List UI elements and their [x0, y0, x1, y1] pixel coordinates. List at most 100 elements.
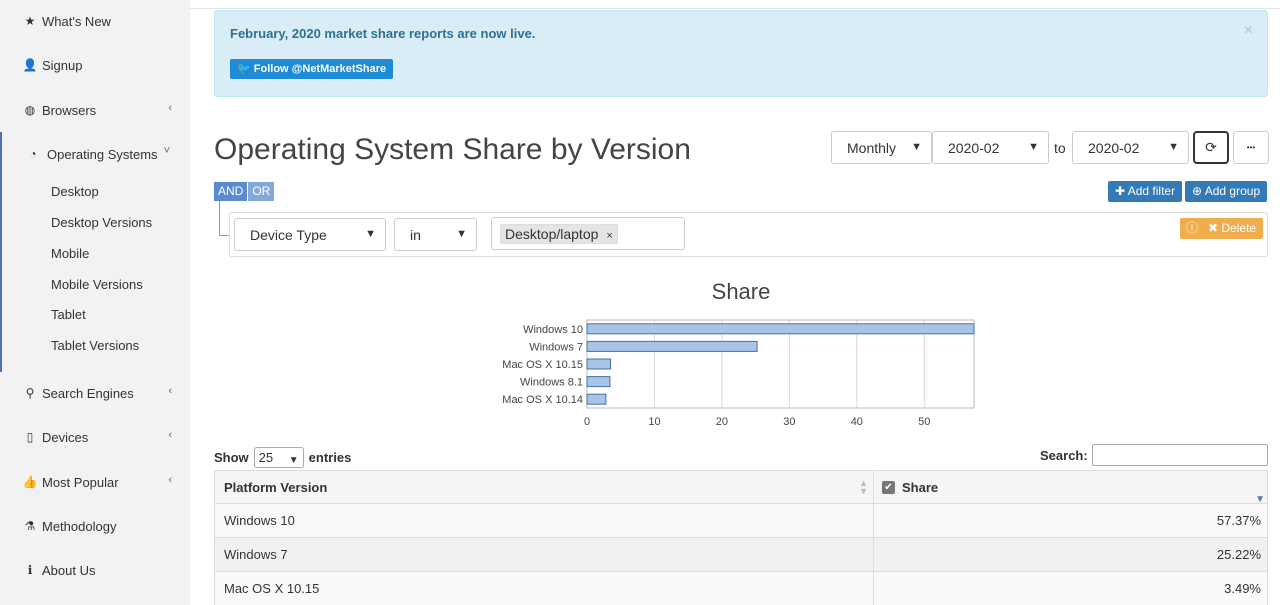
search-label: Search:	[1040, 448, 1088, 463]
refresh-icon: ⟳	[1205, 139, 1217, 155]
show-label: Show	[214, 450, 249, 465]
filter-operator-value: in	[410, 226, 421, 243]
info-icon: ℹ	[27, 563, 33, 577]
bar	[586, 376, 611, 388]
sidebar-subitem-mobile[interactable]: Mobile	[51, 244, 89, 264]
filter-value-tag: Desktop/laptop ×	[500, 224, 618, 244]
table-row[interactable]: Mac OS X 10.15 3.49%	[214, 572, 1268, 605]
cell-platform-version: Mac OS X 10.15	[215, 572, 874, 605]
chevron-left-icon: ‹	[168, 429, 172, 441]
add-group-button[interactable]: ⊕ Add group	[1185, 181, 1268, 202]
y-category-label: Mac OS X 10.15	[502, 359, 583, 371]
table-header-row: Platform Version ▲ ▼ ✔ Share ▼	[214, 470, 1269, 505]
pie-chart-icon: ◔	[29, 147, 37, 161]
filter-operator-select[interactable]: in ▼	[394, 218, 477, 251]
sidebar-subitem-mobile-versions[interactable]: Mobile Versions	[51, 275, 143, 295]
sidebar-item-browsers[interactable]: ◍ Browsers ‹	[0, 95, 190, 125]
y-category-label: Windows 10	[523, 324, 583, 336]
cell-share: 3.49%	[1224, 581, 1261, 596]
add-group-label: Add group	[1204, 184, 1261, 198]
sidebar: ★ What's New 👤 Signup ◍ Browsers ‹ ◔ Ope…	[0, 0, 190, 605]
entries-label: entries	[308, 450, 352, 465]
cell-platform-version: Windows 10	[215, 504, 874, 538]
search-icon: ⚲	[25, 386, 35, 400]
column-header-share[interactable]: ✔ Share ▼	[874, 471, 1269, 505]
chevron-down-icon: ▼	[365, 228, 376, 240]
sidebar-item-label: Browsers	[42, 102, 97, 118]
sidebar-item-most-popular[interactable]: 👍 Most Popular ‹	[0, 467, 190, 497]
sidebar-item-about-us[interactable]: ℹ About Us	[0, 555, 190, 585]
period-select[interactable]: Monthly ▼	[831, 131, 932, 164]
star-icon: ★	[24, 14, 36, 28]
sidebar-subitem-tablet[interactable]: Tablet	[51, 305, 86, 325]
x-tick-label: 40	[851, 416, 863, 428]
column-header-label: Platform Version	[224, 480, 328, 495]
bar	[586, 393, 607, 405]
column-header-platform-version[interactable]: Platform Version ▲ ▼	[215, 471, 874, 505]
chevron-down-icon: ▼	[288, 455, 299, 466]
chevron-down-icon: ˅	[163, 145, 170, 157]
remove-tag-icon[interactable]: ×	[606, 230, 612, 242]
chevron-left-icon: ‹	[168, 385, 172, 397]
x-tick-label: 0	[584, 416, 590, 428]
plus-circle-icon: ⊕	[1192, 184, 1203, 198]
bar	[586, 323, 975, 335]
flask-icon: ⚗	[24, 519, 36, 533]
sidebar-item-label: What's New	[42, 13, 111, 29]
date-to-value: 2020-02	[1088, 139, 1140, 156]
close-icon[interactable]: ×	[1244, 22, 1253, 40]
twitter-follow-label: Follow @NetMarketShare	[253, 63, 387, 75]
filter-value-input[interactable]: Desktop/laptop ×	[491, 217, 685, 250]
top-divider	[190, 8, 1280, 9]
checkbox-icon: ✔	[882, 481, 895, 494]
filter-value-tag-label: Desktop/laptop	[505, 226, 599, 242]
sidebar-subitem-desktop[interactable]: Desktop	[51, 182, 99, 202]
chevron-left-icon: ‹	[168, 474, 172, 486]
times-icon: ✖	[1208, 221, 1219, 235]
plus-icon: ✚	[1115, 184, 1126, 198]
announcement-alert: February, 2020 market share reports are …	[214, 10, 1268, 97]
sidebar-item-whats-new[interactable]: ★ What's New	[0, 6, 190, 36]
entries-count-select[interactable]: 25 ▼	[253, 447, 304, 468]
refresh-button[interactable]: ⟳	[1193, 131, 1229, 164]
sidebar-item-signup[interactable]: 👤 Signup	[0, 50, 190, 80]
add-filter-button[interactable]: ✚ Add filter	[1108, 181, 1183, 202]
y-category-label: Mac OS X 10.14	[502, 394, 583, 406]
sidebar-subitem-tablet-versions[interactable]: Tablet Versions	[51, 336, 139, 356]
sidebar-item-search-engines[interactable]: ⚲ Search Engines ‹	[0, 378, 190, 408]
sidebar-item-methodology[interactable]: ⚗ Methodology	[0, 511, 190, 541]
info-icon: ⓘ	[1186, 221, 1199, 235]
more-options-button[interactable]: •••	[1233, 131, 1269, 164]
date-from-select[interactable]: 2020-02 ▼	[932, 131, 1049, 164]
to-label: to	[1054, 140, 1066, 156]
bar	[586, 340, 758, 352]
date-from-value: 2020-02	[948, 139, 1000, 156]
column-header-label: Share	[902, 480, 939, 495]
twitter-follow-button[interactable]: 🐦 Follow @NetMarketShare	[230, 59, 394, 79]
globe-icon: ◍	[24, 103, 36, 117]
sidebar-item-operating-systems[interactable]: ◔ Operating Systems ˅	[0, 139, 190, 169]
tablet-icon: ▯	[26, 430, 34, 444]
cell-share: 25.22%	[1216, 547, 1261, 562]
x-tick-label: 50	[918, 416, 930, 428]
sidebar-subitem-desktop-versions[interactable]: Desktop Versions	[51, 213, 152, 233]
sidebar-item-label: Signup	[42, 57, 83, 73]
table-row[interactable]: Windows 7 25.22%	[214, 538, 1268, 572]
table-row[interactable]: Windows 10 57.37%	[214, 504, 1268, 538]
add-filter-label: Add filter	[1127, 184, 1176, 198]
page-title: Operating System Share by Version	[214, 133, 691, 166]
filter-field-select[interactable]: Device Type ▼	[234, 218, 386, 251]
chevron-down-icon: ▼	[456, 228, 467, 240]
sidebar-item-devices[interactable]: ▯ Devices ‹	[0, 422, 190, 452]
x-tick-label: 20	[716, 416, 728, 428]
table-search-input[interactable]	[1092, 444, 1268, 466]
sidebar-item-label: Methodology	[42, 518, 117, 534]
date-to-select[interactable]: 2020-02 ▼	[1072, 131, 1189, 164]
and-button[interactable]: AND	[214, 182, 248, 201]
and-or-toggle: AND OR	[214, 182, 275, 201]
or-button[interactable]: OR	[248, 182, 275, 201]
entries-length-control: Show 25 ▼ entries	[214, 447, 351, 468]
delete-rule-button[interactable]: ⓘ ✖ Delete	[1180, 218, 1263, 239]
alert-message: February, 2020 market share reports are …	[230, 26, 536, 41]
sort-icon: ▲ ▼	[859, 478, 868, 496]
